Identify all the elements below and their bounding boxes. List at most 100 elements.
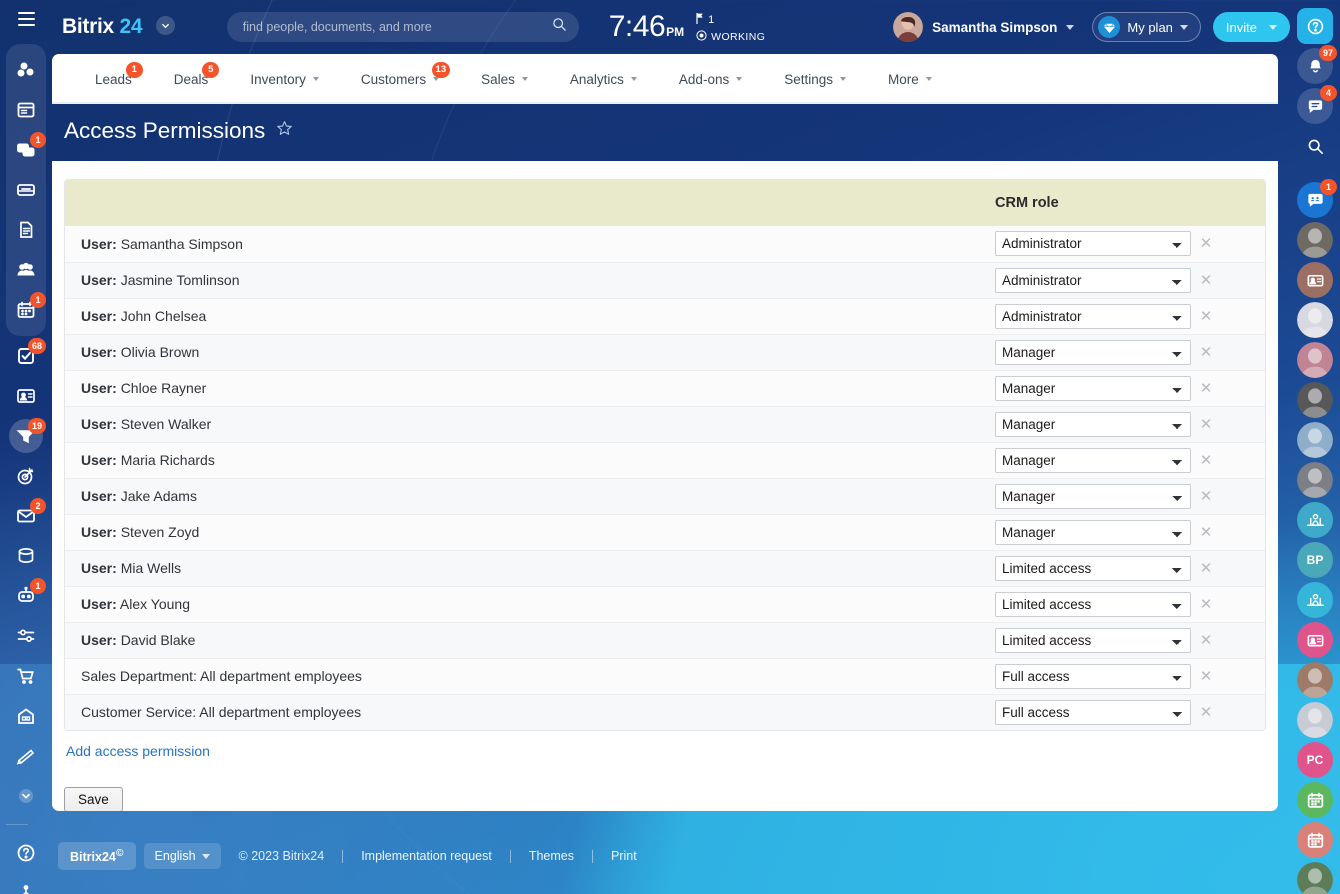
close-icon[interactable]: ✕ (1199, 309, 1213, 324)
nav-item-sales[interactable]: Sales (460, 54, 549, 104)
avatar[interactable] (1297, 382, 1333, 418)
my-plan-button[interactable]: My plan (1092, 12, 1201, 42)
star-icon[interactable] (276, 120, 293, 142)
nav-item-analytics[interactable]: Analytics (549, 54, 658, 104)
shop-cart-icon[interactable] (6, 656, 46, 696)
search-icon[interactable] (552, 17, 567, 37)
calendar-icon[interactable]: 1 (6, 290, 46, 330)
work-status[interactable]: 1 WORKING (696, 11, 765, 44)
sites-pen-icon[interactable] (6, 736, 46, 776)
invite-button[interactable]: Invite (1213, 12, 1290, 42)
avatar[interactable] (1297, 662, 1333, 698)
nav-item-settings[interactable]: Settings (763, 54, 867, 104)
crm-role-select[interactable]: AdministratorManagerLimited accessFull a… (995, 556, 1191, 581)
news-feed-icon[interactable] (6, 90, 46, 130)
close-icon[interactable]: ✕ (1199, 705, 1213, 720)
crm-role-select[interactable]: AdministratorManagerLimited accessFull a… (995, 448, 1191, 473)
illustration-icon[interactable] (1297, 582, 1333, 618)
avatar[interactable] (1297, 342, 1333, 378)
crm-role-select[interactable]: AdministratorManagerLimited accessFull a… (995, 628, 1191, 653)
chevron-down-icon[interactable] (840, 77, 846, 81)
crm-funnel-icon[interactable]: 19 (6, 416, 46, 456)
chevron-down-icon[interactable] (522, 77, 528, 81)
hamburger-menu-icon[interactable] (11, 12, 41, 26)
chevron-down-icon[interactable] (156, 16, 175, 35)
contacts-icon[interactable] (6, 376, 46, 416)
language-selector[interactable]: English (144, 843, 221, 869)
crm-role-select[interactable]: AdministratorManagerLimited accessFull a… (995, 664, 1191, 689)
chevron-down-icon[interactable] (1066, 25, 1074, 30)
nav-item-leads[interactable]: Leads1 (74, 54, 153, 104)
close-icon[interactable]: ✕ (1199, 489, 1213, 504)
footer-link-implementation-request[interactable]: Implementation request (361, 849, 492, 863)
nav-item-add-ons[interactable]: Add-ons (658, 54, 763, 104)
tasks-icon[interactable]: 68 (6, 336, 46, 376)
chevron-down-icon[interactable] (736, 77, 742, 81)
crm-role-select[interactable]: AdministratorManagerLimited accessFull a… (995, 268, 1191, 293)
chevron-down-icon[interactable] (631, 77, 637, 81)
document-icon[interactable] (6, 210, 46, 250)
help-question-icon[interactable] (1297, 8, 1333, 44)
close-icon[interactable]: ✕ (1199, 633, 1213, 648)
groups-icon[interactable] (6, 250, 46, 290)
crm-role-select[interactable]: AdministratorManagerLimited accessFull a… (995, 700, 1191, 725)
avatar[interactable] (1297, 222, 1333, 258)
avatar[interactable] (1297, 462, 1333, 498)
chevron-down-icon[interactable] (313, 77, 319, 81)
avatar[interactable] (1297, 422, 1333, 458)
footer-link-print[interactable]: Print (611, 849, 637, 863)
more-chevron-icon[interactable] (6, 776, 46, 816)
calendar-icon[interactable] (1297, 782, 1333, 818)
search-input[interactable] (243, 20, 552, 34)
bell-icon[interactable]: 97 (1297, 48, 1333, 84)
close-icon[interactable]: ✕ (1199, 561, 1213, 576)
user-menu[interactable]: Samantha Simpson (893, 12, 1074, 42)
working-status[interactable]: WORKING (696, 30, 765, 44)
company-icon[interactable] (6, 696, 46, 736)
messages-icon[interactable]: 4 (1297, 88, 1333, 124)
contact-card-icon[interactable] (1297, 622, 1333, 658)
illustration-icon[interactable] (1297, 502, 1333, 538)
nav-item-inventory[interactable]: Inventory (229, 54, 340, 104)
close-icon[interactable]: ✕ (1199, 236, 1213, 251)
target-icon[interactable] (6, 456, 46, 496)
close-icon[interactable]: ✕ (1199, 669, 1213, 684)
close-icon[interactable]: ✕ (1199, 345, 1213, 360)
crm-role-select[interactable]: AdministratorManagerLimited accessFull a… (995, 592, 1191, 617)
network-icon[interactable] (6, 50, 46, 90)
app-logo[interactable]: Bitrix 24 (62, 15, 175, 39)
crm-role-select[interactable]: AdministratorManagerLimited accessFull a… (995, 304, 1191, 329)
crm-role-select[interactable]: AdministratorManagerLimited accessFull a… (995, 412, 1191, 437)
close-icon[interactable]: ✕ (1199, 597, 1213, 612)
nav-item-deals[interactable]: Deals5 (153, 54, 230, 104)
chevron-down-icon[interactable] (202, 854, 210, 859)
group-chat-icon[interactable]: 1 (1297, 182, 1333, 218)
add-access-permission-link[interactable]: Add access permission (66, 743, 210, 759)
close-icon[interactable]: ✕ (1199, 525, 1213, 540)
chevron-down-icon[interactable] (926, 77, 932, 81)
mail-icon[interactable]: 2 (6, 496, 46, 536)
crm-role-select[interactable]: AdministratorManagerLimited accessFull a… (995, 340, 1191, 365)
marketing-icon[interactable] (6, 536, 46, 576)
nav-item-more[interactable]: More (867, 54, 953, 104)
chevron-down-icon[interactable] (1180, 25, 1188, 30)
crm-role-select[interactable]: AdministratorManagerLimited accessFull a… (995, 520, 1191, 545)
avatar[interactable]: PC (1297, 742, 1333, 778)
close-icon[interactable]: ✕ (1199, 417, 1213, 432)
crm-role-select[interactable]: AdministratorManagerLimited accessFull a… (995, 484, 1191, 509)
crm-role-select[interactable]: AdministratorManagerLimited accessFull a… (995, 231, 1191, 256)
close-icon[interactable]: ✕ (1199, 381, 1213, 396)
settings-sliders-icon[interactable] (6, 616, 46, 656)
automation-bot-icon[interactable]: 1 (6, 576, 46, 616)
avatar[interactable]: BP (1297, 542, 1333, 578)
avatar[interactable] (1297, 302, 1333, 338)
help-icon[interactable] (6, 833, 46, 873)
avatar[interactable] (1297, 862, 1333, 894)
footer-link-themes[interactable]: Themes (529, 849, 574, 863)
drive-icon[interactable] (6, 170, 46, 210)
search-box[interactable] (227, 12, 579, 42)
sitemap-icon[interactable] (6, 873, 46, 894)
close-icon[interactable]: ✕ (1199, 453, 1213, 468)
avatar[interactable] (893, 12, 923, 42)
avatar[interactable] (1297, 702, 1333, 738)
